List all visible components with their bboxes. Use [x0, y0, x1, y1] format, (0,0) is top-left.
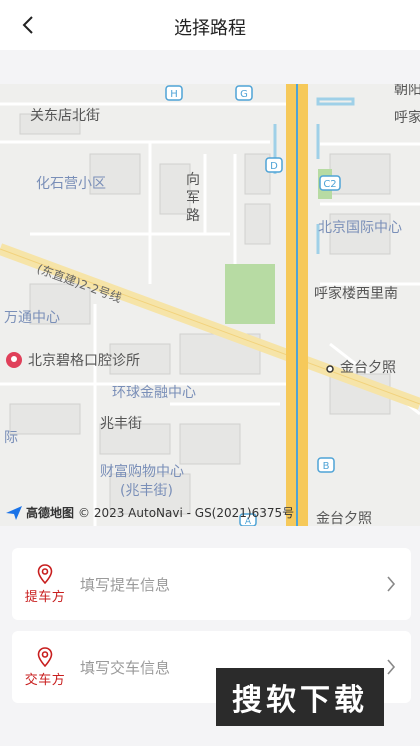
map-copyright: © 2023 AutoNavi - GS(2021)6375号	[78, 506, 295, 520]
route-map[interactable]: H G D C2 B A 关东店北街 化石营小区 北京国际中心 呼家楼西里南 呼…	[0, 84, 420, 526]
map-logo-text: 高德地图	[26, 506, 75, 520]
chevron-right-icon	[387, 576, 396, 592]
map-badge-b: B	[323, 461, 330, 472]
map-badge-c2: C2	[323, 179, 336, 190]
map-badge-g: G	[240, 89, 248, 100]
map-attribution: 高德地图 © 2023 AutoNavi - GS(2021)6375号	[6, 504, 294, 521]
label-hujia-top: 呼家	[394, 109, 420, 126]
label-huanqiu: 环球金融中心	[112, 385, 196, 401]
location-pin-icon	[37, 646, 53, 667]
location-pin-icon	[37, 563, 53, 584]
label-huashi: 化石营小区	[36, 176, 106, 192]
label-clinic: 北京碧格口腔诊所	[28, 353, 140, 369]
dropoff-label: 交车方	[24, 672, 66, 688]
chevron-right-icon	[387, 659, 396, 675]
label-ji: 际	[4, 430, 18, 446]
map-badge-d: D	[270, 161, 278, 172]
label-beijingguoji: 北京国际中心	[318, 220, 402, 236]
pickup-placeholder: 填写提车信息	[80, 575, 171, 594]
header-gap	[0, 50, 420, 84]
map-badge-h: H	[170, 89, 178, 100]
pickup-pin: 提车方	[12, 563, 78, 605]
label-wantong: 万通中心	[4, 310, 60, 326]
page-title: 选择路程	[174, 18, 246, 39]
label-jintai-2: 金台夕照	[316, 511, 372, 526]
watermark-overlay: 搜软下载	[216, 668, 384, 726]
map-canvas[interactable]: H G D C2 B A 关东店北街 化石营小区 北京国际中心 呼家楼西里南 呼…	[0, 84, 420, 526]
label-xiangjunlu-1: 向	[186, 172, 200, 188]
top-bar: 选择路程	[0, 0, 420, 50]
label-caifu: 财富购物中心	[100, 463, 184, 480]
label-jintai-1: 金台夕照	[340, 360, 396, 376]
label-guandong: 关东店北街	[30, 108, 100, 124]
label-xiangjunlu-3: 路	[186, 208, 200, 224]
label-xiangjunlu-2: 军	[186, 190, 200, 206]
pickup-card[interactable]: 提车方 填写提车信息	[12, 548, 411, 620]
label-chaoyang-top: 朝阳	[394, 84, 420, 98]
pickup-label: 提车方	[24, 589, 66, 605]
label-caifu-2: (兆丰街)	[120, 483, 173, 499]
pickup-arrow	[371, 575, 411, 593]
watermark-text: 搜软下载	[232, 683, 368, 718]
label-huihujia: 呼家楼西里南	[314, 285, 398, 302]
label-zhaofeng: 兆丰街	[100, 416, 142, 432]
amap-logo-icon	[6, 505, 22, 520]
dropoff-pin: 交车方	[12, 646, 78, 688]
